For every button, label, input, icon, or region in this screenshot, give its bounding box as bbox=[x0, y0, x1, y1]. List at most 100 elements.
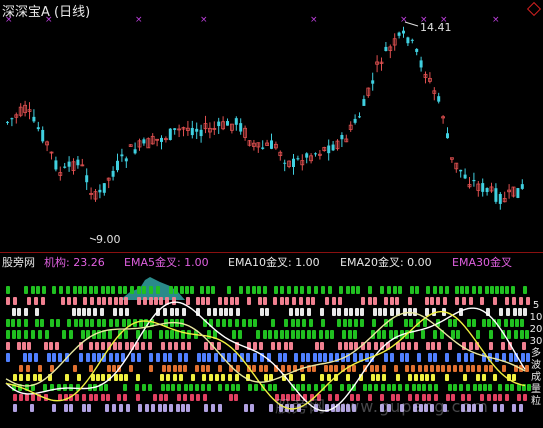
band-7 bbox=[206, 365, 210, 372]
band-10 bbox=[123, 394, 127, 401]
band-8 bbox=[235, 374, 239, 381]
band-4 bbox=[296, 330, 300, 339]
band-11 bbox=[250, 404, 254, 412]
band-1 bbox=[73, 297, 77, 305]
band-5 bbox=[49, 342, 53, 350]
band-9 bbox=[142, 384, 146, 391]
band-9 bbox=[412, 384, 416, 391]
band-3 bbox=[97, 319, 101, 327]
band-6 bbox=[178, 353, 182, 362]
band-0 bbox=[356, 286, 360, 294]
band-8 bbox=[202, 374, 206, 381]
candle-body bbox=[36, 127, 40, 130]
band-8 bbox=[13, 374, 17, 381]
band-0 bbox=[200, 286, 204, 294]
band-5 bbox=[284, 342, 288, 350]
band-2 bbox=[213, 308, 217, 316]
band-9 bbox=[231, 384, 235, 391]
band-0 bbox=[42, 286, 46, 294]
band-11 bbox=[105, 404, 109, 412]
band-1 bbox=[299, 297, 303, 305]
marker-x: × bbox=[310, 15, 318, 25]
band-1 bbox=[519, 297, 523, 305]
band-3 bbox=[248, 319, 252, 327]
band-3 bbox=[472, 319, 476, 327]
band-1 bbox=[430, 297, 434, 305]
band-3 bbox=[291, 319, 295, 327]
band-4 bbox=[81, 330, 85, 339]
band-7 bbox=[107, 365, 111, 372]
band-0 bbox=[31, 286, 35, 294]
band-3 bbox=[242, 319, 246, 327]
candle-body bbox=[446, 133, 449, 139]
band-5 bbox=[125, 342, 129, 350]
band-7 bbox=[334, 365, 338, 372]
band-0 bbox=[66, 286, 70, 294]
band-5 bbox=[174, 342, 178, 350]
band-10 bbox=[31, 394, 35, 401]
band-4 bbox=[291, 330, 295, 339]
band-1 bbox=[6, 297, 10, 305]
band-7 bbox=[424, 365, 428, 372]
band-1 bbox=[224, 297, 228, 305]
band-4 bbox=[319, 330, 323, 339]
band-8 bbox=[215, 374, 219, 381]
candle-body bbox=[85, 175, 89, 183]
band-0 bbox=[206, 286, 210, 294]
band-5 bbox=[367, 342, 371, 350]
candle-body bbox=[472, 179, 476, 182]
band-0 bbox=[294, 286, 298, 294]
band-11 bbox=[119, 404, 123, 412]
band-2 bbox=[170, 308, 174, 316]
candle-body bbox=[173, 128, 177, 130]
right-axis-labels: 5 10 20 30 多波成量粒 bbox=[529, 300, 543, 408]
band-1 bbox=[480, 297, 484, 305]
band-2 bbox=[87, 308, 91, 316]
candle-body bbox=[314, 153, 317, 155]
candle-body bbox=[190, 127, 194, 136]
band-1 bbox=[263, 297, 267, 305]
band-6 bbox=[23, 353, 27, 362]
band-11 bbox=[87, 404, 91, 412]
band-5 bbox=[259, 342, 263, 350]
band-9 bbox=[123, 384, 127, 391]
band-4 bbox=[312, 330, 316, 339]
band-3 bbox=[520, 319, 524, 327]
band-7 bbox=[73, 365, 77, 372]
band-4 bbox=[148, 330, 152, 339]
band-10 bbox=[94, 394, 98, 401]
right-label-4: 多 bbox=[531, 348, 541, 359]
band-4 bbox=[232, 330, 236, 339]
candle-body bbox=[481, 183, 485, 192]
band-5 bbox=[6, 342, 10, 350]
band-1 bbox=[154, 297, 158, 305]
band-4 bbox=[263, 330, 267, 339]
band-0 bbox=[465, 286, 469, 294]
band-6 bbox=[301, 353, 305, 362]
band-7 bbox=[38, 365, 42, 372]
band-0 bbox=[227, 286, 231, 294]
band-4 bbox=[421, 330, 425, 339]
band-3 bbox=[296, 319, 300, 327]
band-6 bbox=[207, 353, 211, 362]
band-8 bbox=[136, 374, 140, 381]
band-3 bbox=[235, 319, 239, 327]
band-0 bbox=[36, 286, 40, 294]
band-9 bbox=[43, 384, 47, 391]
band-10 bbox=[498, 394, 502, 401]
band-3 bbox=[271, 319, 275, 327]
band-0 bbox=[351, 286, 355, 294]
band-11 bbox=[138, 404, 142, 412]
band-6 bbox=[131, 353, 135, 362]
band-9 bbox=[510, 384, 514, 391]
band-10 bbox=[177, 394, 181, 401]
band-6 bbox=[306, 353, 310, 362]
band-0 bbox=[6, 286, 10, 294]
band-8 bbox=[228, 374, 232, 381]
band-7 bbox=[201, 365, 205, 372]
band-1 bbox=[206, 297, 210, 305]
band-0 bbox=[460, 286, 464, 294]
band-11 bbox=[181, 404, 185, 412]
band-0 bbox=[287, 286, 291, 294]
band-1 bbox=[462, 297, 466, 305]
